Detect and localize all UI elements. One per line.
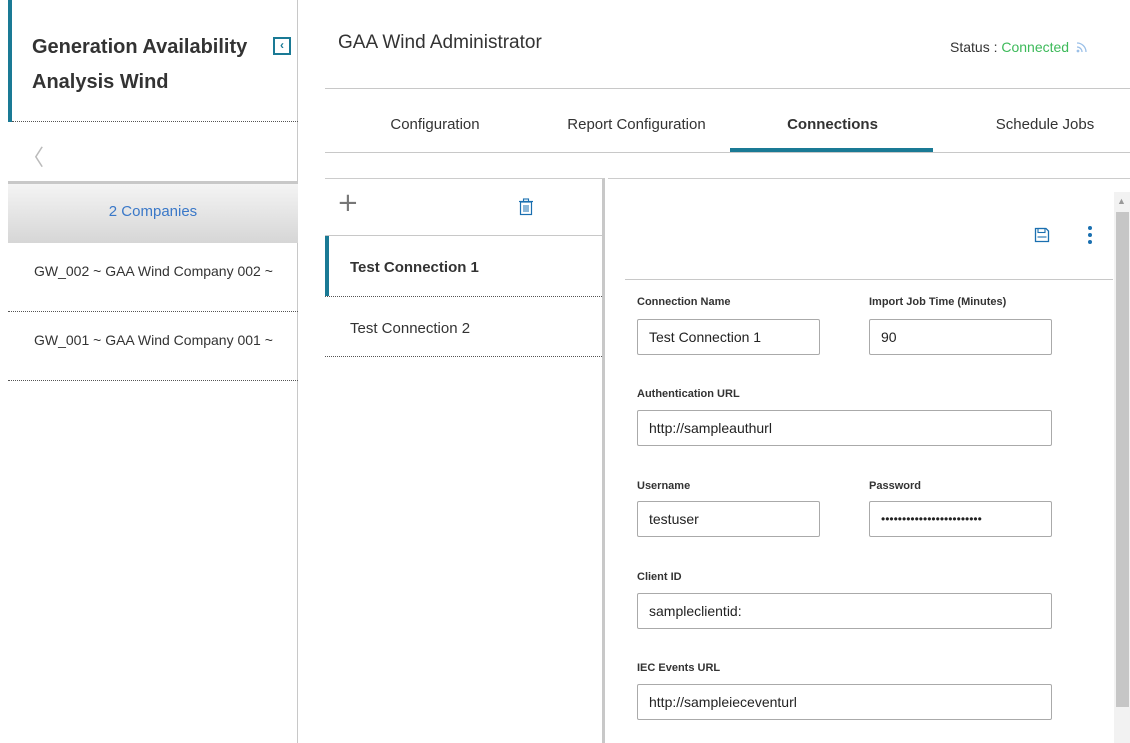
connection-item-1[interactable]: Test Connection 1 [325,236,602,296]
authentication-url-field[interactable]: http://sampleauthurl [637,410,1052,446]
scroll-up-icon[interactable]: ▲ [1117,196,1126,206]
import-job-time-field[interactable]: 90 [869,319,1052,355]
more-vertical-icon[interactable] [1086,226,1096,247]
company-item-gw-002[interactable]: GW_002 ~ GAA Wind Company 002 ~ [8,243,298,312]
status-label: Status : [950,39,998,55]
company-item-gw-001[interactable]: GW_001 ~ GAA Wind Company 001 ~ [8,312,298,381]
import-job-time-label: Import Job Time (Minutes) [869,296,1007,308]
tab-schedule-jobs[interactable]: Schedule Jobs [980,116,1110,154]
connection-name-label: Connection Name [637,296,731,308]
scrollbar-thumb[interactable] [1116,212,1129,707]
tab-configuration[interactable]: Configuration [370,116,500,154]
username-field[interactable]: testuser [637,501,820,537]
save-icon[interactable] [1034,227,1050,243]
status-value: Connected [1001,39,1070,55]
connections-toolbar [325,179,602,236]
iec-events-url-label: IEC Events URL [637,662,721,674]
connection-status: Status : Connected [950,39,1088,55]
password-field[interactable]: •••••••••••••••••••••••• [869,501,1052,537]
sidebar-divider [12,121,298,122]
companies-count-header[interactable]: 2 Companies [8,181,298,243]
header-divider [325,88,1130,89]
detail-divider [625,279,1113,280]
app-title: Generation Availability Analysis Wind [32,36,248,93]
page-title: GAA Wind Administrator [338,32,542,53]
signal-icon [1076,42,1087,53]
collapse-icon[interactable]: ‹ [273,37,291,55]
client-id-label: Client ID [637,571,682,583]
back-chevron-icon[interactable]: 〈 [22,140,44,172]
tabs-divider [325,152,1130,153]
detail-divider-top [608,178,1130,179]
username-label: Username [637,480,691,492]
client-id-field[interactable]: sampleclientid: [637,593,1052,629]
sidebar-accent-bar [8,0,12,122]
tab-report-configuration[interactable]: Report Configuration [555,116,718,154]
authentication-url-label: Authentication URL [637,388,740,400]
connection-item-2[interactable]: Test Connection 2 [325,297,602,357]
password-label: Password [869,480,921,492]
list-divider [325,356,602,357]
iec-events-url-field[interactable]: http://sampleieceventurl [637,684,1052,720]
trash-icon[interactable] [518,198,534,216]
connection-name-field[interactable]: Test Connection 1 [637,319,820,355]
plus-icon[interactable]: + [337,190,359,216]
